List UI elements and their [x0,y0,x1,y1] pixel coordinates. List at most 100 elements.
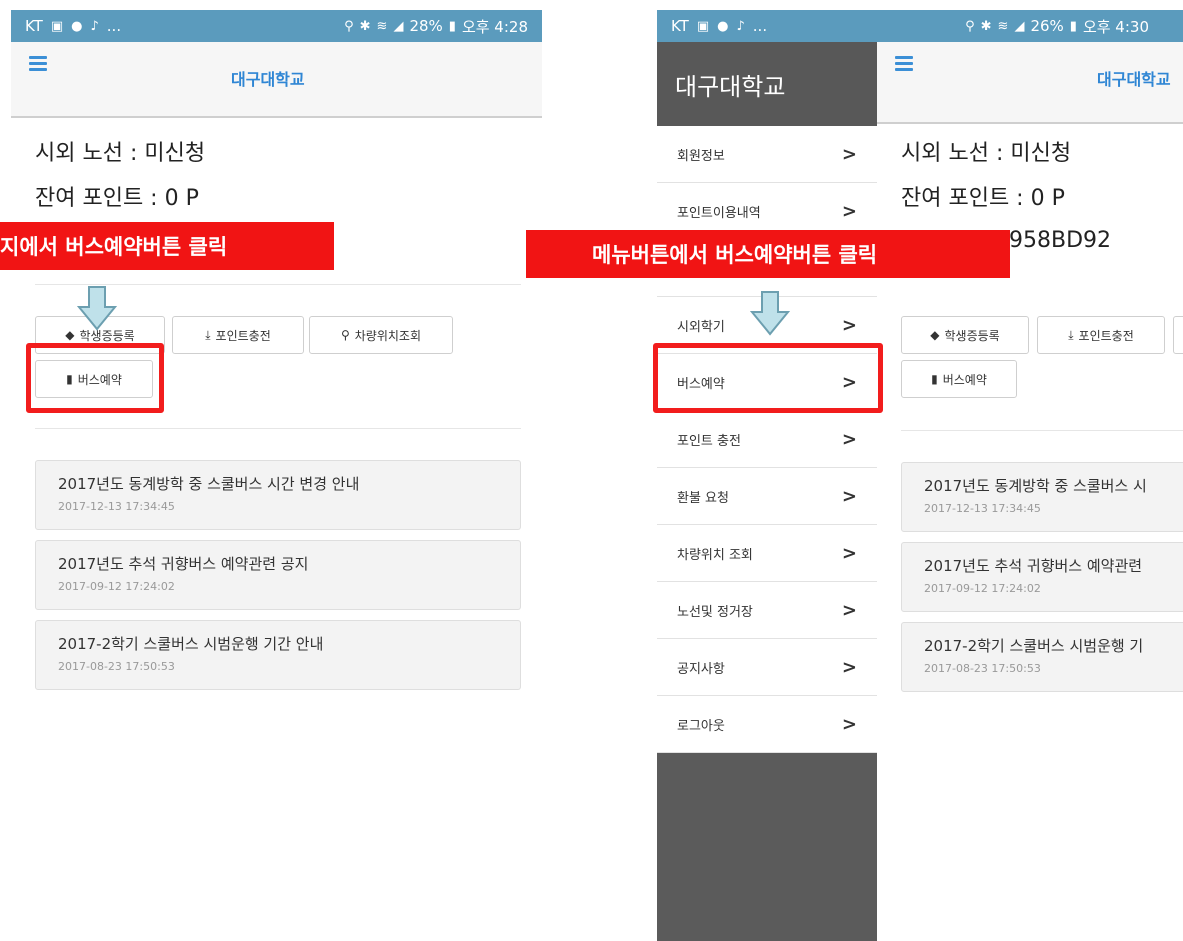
notice-item[interactable]: 2017-2학기 스쿨버스 시범운행 기 2017-08-23 17:50:53 [901,622,1183,692]
battery-icon: ▮ [448,18,456,34]
menu-item-label: 공지사항 [677,661,725,677]
wifi-icon: ≋ [376,18,388,34]
menu-item-label: 환불 요청 [677,490,729,506]
point-charge-label: 포인트충전 [215,328,271,343]
notice-item[interactable]: 2017년도 동계방학 중 스쿨버스 시간 변경 안내 2017-12-13 1… [35,460,521,530]
chevron-right-icon: > [841,143,857,165]
menu-item-vehicle-location[interactable]: 차량위치 조회 > [657,525,877,582]
notice-title: 2017년도 동계방학 중 스쿨버스 시 [924,477,1147,495]
student-register-label: 학생증등록 [944,328,1000,343]
point-charge-label: 포인트충전 [1078,328,1134,343]
signal-icon: ◢ [1014,18,1025,34]
menu-item-label: 회원정보 [677,148,725,164]
location-icon: ⚲ [344,18,354,34]
battery-level: 26% [1030,17,1064,35]
notice-title: 2017-2학기 스쿨버스 시범운행 기 [924,637,1144,655]
status-bar: KT ▣ ● ♪ ... ⚲ ✱ ≋ ◢ 28% ▮ 오후 4:28 [11,10,542,42]
menu-item-label: 포인트이용내역 [677,205,761,221]
notice-item[interactable]: 2017년도 추석 귀향버스 예약관련 2017-09-12 17:24:02 [901,542,1183,612]
hamburger-icon[interactable] [29,56,47,72]
app-title: 대구대학교 [231,70,305,89]
instruction-banner-left: 지에서 버스예약버튼 클릭 [0,222,334,270]
notice-date: 2017-08-23 17:50:53 [58,660,175,673]
bus-reserve-label: 버스예약 [942,372,987,387]
points-balance: 잔여 포인트 : 0 P [901,186,1065,211]
chevron-right-icon: > [841,713,857,735]
notice-item[interactable]: 2017-2학기 스쿨버스 시범운행 기간 안내 2017-08-23 17:5… [35,620,521,690]
left-phone-screen: KT ▣ ● ♪ ... ⚲ ✱ ≋ ◢ 28% ▮ 오후 4:28 대구대학교… [11,10,542,941]
download-icon: ⤓ [205,327,211,342]
notice-item[interactable]: 2017년도 추석 귀향버스 예약관련 공지 2017-09-12 17:24:… [35,540,521,610]
download-icon: ⤓ [1068,327,1074,342]
music-icon: ♪ [736,18,745,34]
menu-item-routes-stops[interactable]: 노선및 정거장 > [657,582,877,639]
instruction-banner-right: 메뉴버튼에서 버스예약버튼 클릭 [526,230,1010,278]
vehicle-location-button[interactable] [1173,316,1183,354]
chevron-right-icon: > [841,656,857,678]
clock: 오후 4:28 [461,17,528,36]
bluetooth-icon: ✱ [980,18,992,34]
chevron-right-icon: > [841,485,857,507]
point-charge-button[interactable]: ⤓ 포인트충전 [1037,316,1165,354]
route-status: 시외 노선 : 미신청 [35,141,206,166]
chevron-right-icon: > [841,542,857,564]
signal-icon: ◢ [393,18,404,34]
carrier-label: KT [671,17,689,35]
navigation-drawer: 대구대학교 회원정보 > 포인트이용내역 > > 시외학기 > 버스예약 > [657,42,877,941]
menu-item-point-charge[interactable]: 포인트 충전 > [657,411,877,468]
menu-item-refund[interactable]: 환불 요청 > [657,468,877,525]
bookmark-icon: ▮ [931,372,938,386]
menu-item-label: 로그아웃 [677,718,725,734]
bus-reserve-button[interactable]: ▮ 버스예약 [901,360,1017,398]
route-status: 시외 노선 : 미신청 [901,141,1072,166]
menu-item-notices[interactable]: 공지사항 > [657,639,877,696]
chevron-right-icon: > [841,200,857,222]
chat-icon: ● [717,18,729,34]
battery-level: 28% [409,17,443,35]
notice-date: 2017-12-13 17:34:45 [924,502,1041,515]
app-bar: 대구대학교 [877,42,1183,124]
more-notifications: ... [106,17,122,35]
chevron-right-icon: > [841,314,857,336]
chevron-right-icon: > [841,428,857,450]
music-icon: ♪ [90,18,99,34]
vehicle-location-label: 차량위치조회 [354,328,422,343]
notice-title: 2017-2학기 스쿨버스 시범운행 기간 안내 [58,635,324,653]
battery-icon: ▮ [1069,18,1077,34]
notice-title: 2017년도 추석 귀향버스 예약관련 [924,557,1143,575]
divider [901,430,1183,431]
menu-item-label: 포인트 충전 [677,433,741,449]
menu-item-logout[interactable]: 로그아웃 > [657,696,877,753]
wifi-icon: ≋ [997,18,1009,34]
tag-icon: ◆ [930,328,940,342]
student-register-button[interactable]: ◆ 학생증등록 [901,316,1029,354]
tag-icon: ◆ [65,328,75,342]
drawer-menu: 회원정보 > 포인트이용내역 > > 시외학기 > 버스예약 > 포인트 충전 … [657,126,877,753]
menu-item-member-info[interactable]: 회원정보 > [657,126,877,183]
menu-item-label: 노선및 정거장 [677,604,753,620]
app-bar: 대구대학교 [11,42,542,118]
status-bar: KT ▣ ● ♪ ... ⚲ ✱ ≋ ◢ 26% ▮ 오후 4:30 [657,10,1183,42]
student-code: 958BD92 [1009,228,1112,253]
points-balance: 잔여 포인트 : 0 P [35,186,199,211]
right-phone-screen: KT ▣ ● ♪ ... ⚲ ✱ ≋ ◢ 26% ▮ 오후 4:30 대구대학교… [657,10,1183,941]
menu-item-label: 차량위치 조회 [677,547,753,563]
notice-title: 2017년도 동계방학 중 스쿨버스 시간 변경 안내 [58,475,360,493]
highlight-box-menu-bus-reserve [653,343,883,413]
point-charge-button[interactable]: ⤓ 포인트충전 [172,316,304,354]
app-title: 대구대학교 [1097,70,1171,89]
vehicle-location-button[interactable]: ⚲ 차량위치조회 [309,316,453,354]
image-icon: ▣ [50,18,64,34]
more-notifications: ... [752,17,768,35]
down-arrow-icon [750,291,790,336]
notice-date: 2017-09-12 17:24:02 [924,582,1041,595]
hamburger-icon[interactable] [895,56,913,72]
clock: 오후 4:30 [1082,17,1149,36]
notice-date: 2017-12-13 17:34:45 [58,500,175,513]
location-icon: ⚲ [965,18,975,34]
notice-item[interactable]: 2017년도 동계방학 중 스쿨버스 시 2017-12-13 17:34:45 [901,462,1183,532]
notice-date: 2017-09-12 17:24:02 [58,580,175,593]
carrier-label: KT [25,17,43,35]
chevron-right-icon: > [841,599,857,621]
drawer-title: 대구대학교 [657,42,877,126]
